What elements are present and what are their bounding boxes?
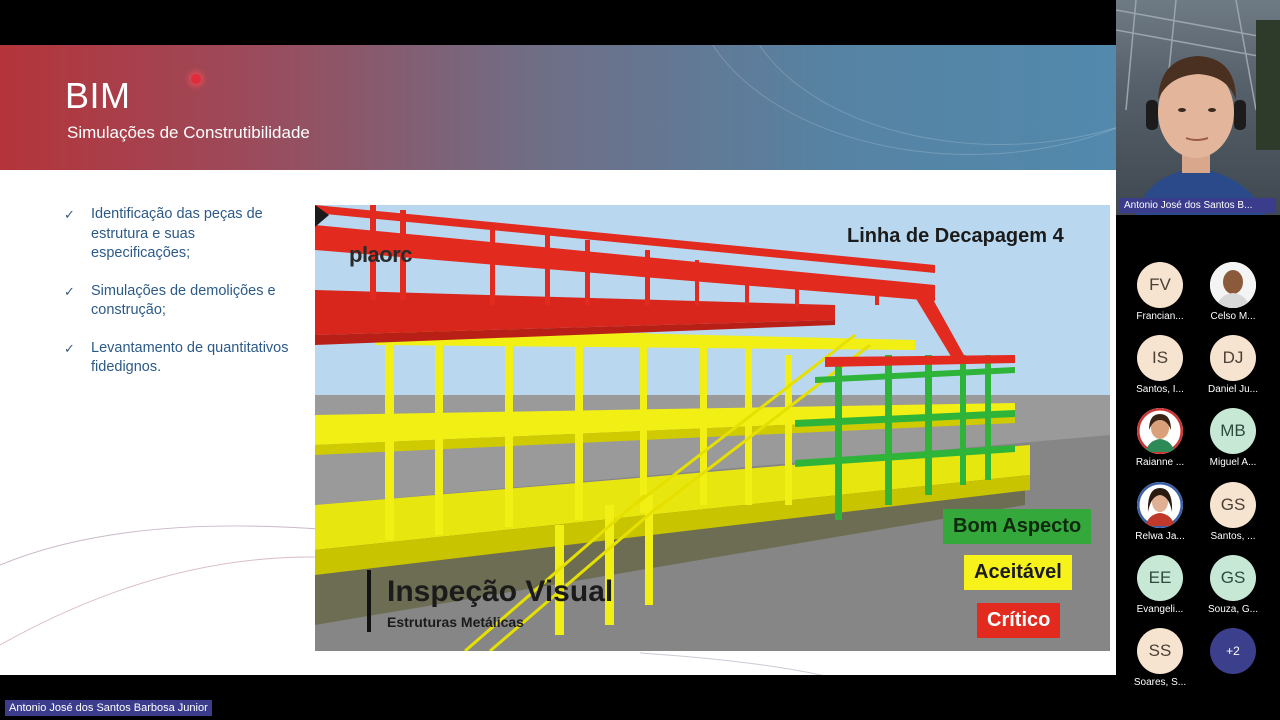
avatar	[1137, 408, 1183, 454]
participant-name: Evangeli...	[1136, 604, 1184, 615]
participant-photo	[1210, 262, 1256, 308]
participant-name: Relwa Ja...	[1135, 531, 1185, 542]
avatar: MB	[1210, 408, 1256, 454]
participant-tile[interactable]: IS Santos, I...	[1125, 335, 1195, 395]
avatar	[1137, 482, 1183, 528]
participant-name: Souza, G...	[1207, 604, 1259, 615]
laser-pointer	[191, 74, 201, 84]
participant-photo	[1137, 408, 1183, 454]
plaorc-logo-text: plaorc	[349, 242, 413, 267]
more-participants-button[interactable]: +2	[1198, 628, 1268, 674]
bullet-text: Identificação das peças de estrutura e s…	[91, 206, 263, 261]
participants-panel: Antonio José dos Santos B... FV Francian…	[1116, 0, 1280, 720]
participant-tile[interactable]: SS Soares, S...	[1125, 628, 1195, 688]
participant-name: Santos, I...	[1136, 384, 1184, 395]
more-participants-badge: +2	[1210, 628, 1256, 674]
check-icon: ✓	[64, 207, 75, 222]
inspection-bar	[367, 570, 371, 632]
participant-name: Francian...	[1136, 311, 1184, 322]
participant-tile[interactable]: Celso M...	[1198, 262, 1268, 322]
participant-tile[interactable]: EE Evangeli...	[1125, 555, 1195, 615]
legend-acceptable: Aceitável	[964, 555, 1072, 590]
avatar: GS	[1210, 555, 1256, 601]
bullet-item: ✓ Identificação das peças de estrutura e…	[64, 205, 294, 264]
avatar: FV	[1137, 262, 1183, 308]
participant-photo	[1137, 482, 1183, 528]
participant-name: Raianne ...	[1135, 457, 1185, 468]
avatar: SS	[1137, 628, 1183, 674]
bullet-text: Simulações de demolições e construção;	[91, 282, 276, 319]
participant-name: Soares, S...	[1133, 677, 1187, 688]
presenter-video-name: Antonio José dos Santos B...	[1120, 198, 1276, 213]
slide-subtitle: Simulações de Construtibilidade	[67, 123, 310, 142]
presentation-slide: BIM Simulações de Construtibilidade ✓ Id…	[0, 45, 1116, 675]
participant-tile[interactable]: Relwa Ja...	[1125, 482, 1195, 542]
participant-name: Santos, ...	[1210, 531, 1256, 542]
inspection-subtitle: Estruturas Metálicas	[387, 614, 524, 630]
bullet-item: ✓ Levantamento de quantitativos fidedign…	[64, 339, 294, 378]
bullet-list: ✓ Identificação das peças de estrutura e…	[64, 205, 294, 396]
bullet-item: ✓ Simulações de demolições e construção;	[64, 282, 294, 321]
avatar: IS	[1137, 335, 1183, 381]
participant-name: Celso M...	[1210, 311, 1256, 322]
bim-image-title: Linha de Decapagem 4	[847, 225, 1064, 247]
legend-good: Bom Aspecto	[943, 509, 1092, 544]
check-icon: ✓	[64, 283, 75, 299]
participant-tile[interactable]: FV Francian...	[1125, 262, 1195, 322]
presenter-name-tag: Antonio José dos Santos Barbosa Junior	[5, 700, 212, 716]
avatar: GS	[1210, 482, 1256, 528]
slide-title: BIM	[65, 75, 131, 116]
check-icon: ✓	[64, 340, 75, 356]
participant-name: Daniel Ju...	[1207, 384, 1259, 395]
bim-structure-image: Linha de Decapagem 4 plaorc Inspeção Vis…	[315, 205, 1110, 651]
inspection-title: Inspeção Visual	[387, 575, 614, 608]
top-black-bar	[0, 0, 1116, 45]
legend-critical: Crítico	[977, 603, 1061, 638]
presenter-video[interactable]: Antonio José dos Santos B...	[1116, 0, 1280, 215]
avatar: EE	[1137, 555, 1183, 601]
participant-tile[interactable]: GS Santos, ...	[1198, 482, 1268, 542]
participant-tile[interactable]: Raianne ...	[1125, 408, 1195, 468]
slide-header: BIM Simulações de Construtibilidade	[0, 45, 1116, 170]
participant-tile[interactable]: MB Miguel A...	[1198, 408, 1268, 468]
bullet-text: Levantamento de quantitativos fidedignos…	[91, 339, 289, 376]
participant-tile[interactable]: DJ Daniel Ju...	[1198, 335, 1268, 395]
avatar	[1210, 262, 1256, 308]
presenter-video-frame	[1116, 0, 1280, 215]
participant-tile[interactable]: GS Souza, G...	[1198, 555, 1268, 615]
avatar: DJ	[1210, 335, 1256, 381]
participant-name: Miguel A...	[1209, 457, 1257, 468]
